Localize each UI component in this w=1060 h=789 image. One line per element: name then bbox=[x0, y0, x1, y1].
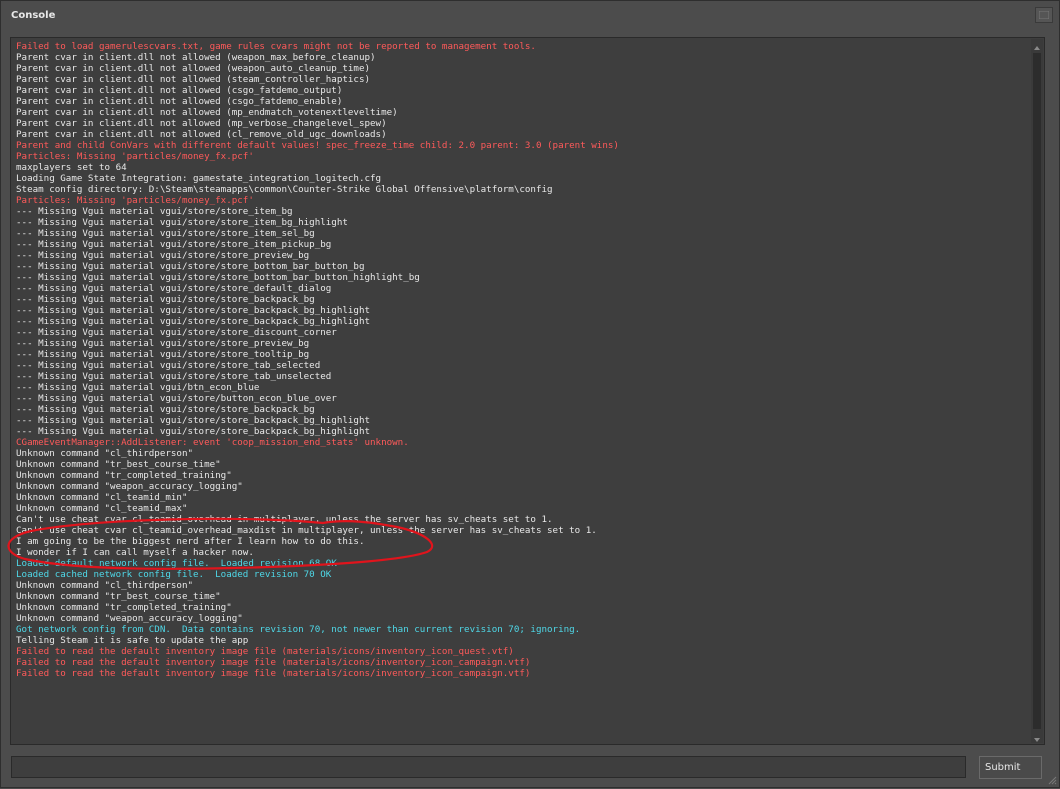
scroll-up-button[interactable] bbox=[1031, 39, 1043, 51]
log-line: --- Missing Vgui material vgui/store/sto… bbox=[16, 338, 310, 349]
log-line: Particles: Missing 'particles/money_fx.p… bbox=[16, 195, 254, 206]
log-line: Parent cvar in client.dll not allowed (m… bbox=[16, 107, 398, 118]
log-line: --- Missing Vgui material vgui/store/but… bbox=[16, 393, 337, 404]
log-line: --- Missing Vgui material vgui/store/sto… bbox=[16, 404, 315, 415]
log-line: --- Missing Vgui material vgui/store/sto… bbox=[16, 272, 420, 283]
window-title: Console bbox=[11, 10, 56, 21]
log-line: Parent and child ConVars with different … bbox=[16, 140, 619, 151]
log-line: --- Missing Vgui material vgui/store/sto… bbox=[16, 250, 310, 261]
scrollbar-thumb[interactable] bbox=[1033, 53, 1041, 729]
log-line: Loading Game State Integration: gamestat… bbox=[16, 173, 382, 184]
log-line: Unknown command "weapon_accuracy_logging… bbox=[16, 481, 243, 492]
log-list: Failed to load gamerulescvars.txt, game … bbox=[16, 41, 1028, 679]
log-line: --- Missing Vgui material vgui/store/sto… bbox=[16, 349, 310, 360]
log-line: --- Missing Vgui material vgui/store/sto… bbox=[16, 360, 321, 371]
log-line: Failed to read the default inventory ima… bbox=[16, 646, 514, 657]
log-line: --- Missing Vgui material vgui/store/sto… bbox=[16, 261, 365, 272]
log-line: Unknown command "cl_thirdperson" bbox=[16, 448, 194, 459]
log-line: Parent cvar in client.dll not allowed (w… bbox=[16, 63, 371, 74]
log-line: Parent cvar in client.dll not allowed (c… bbox=[16, 96, 343, 107]
log-line: Can't use cheat cvar cl_teamid_overhead_… bbox=[16, 525, 597, 536]
command-input[interactable] bbox=[11, 756, 966, 778]
log-line: --- Missing Vgui material vgui/store/sto… bbox=[16, 316, 371, 327]
log-line: Failed to read the default inventory ima… bbox=[16, 668, 531, 679]
log-line: Particles: Missing 'particles/money_fx.p… bbox=[16, 151, 254, 162]
console-window: Console Failed to load gamerulescvars.tx… bbox=[0, 0, 1060, 788]
log-line: Unknown command "cl_thirdperson" bbox=[16, 580, 194, 591]
log-line: Parent cvar in client.dll not allowed (s… bbox=[16, 74, 371, 85]
log-line: --- Missing Vgui material vgui/store/sto… bbox=[16, 426, 371, 437]
log-line: Unknown command "tr_completed_training" bbox=[16, 602, 232, 613]
log-line: Can't use cheat cvar cl_teamid_overhead … bbox=[16, 514, 553, 525]
log-line: Telling Steam it is safe to update the a… bbox=[16, 635, 249, 646]
log-line: I wonder if I can call myself a hacker n… bbox=[16, 547, 254, 558]
log-line: Parent cvar in client.dll not allowed (m… bbox=[16, 118, 387, 129]
close-icon bbox=[1039, 11, 1049, 19]
log-line: Failed to load gamerulescvars.txt, game … bbox=[16, 41, 536, 52]
log-line: Loaded cached network config file. Loade… bbox=[16, 569, 332, 580]
close-button[interactable] bbox=[1035, 7, 1053, 23]
log-line: --- Missing Vgui material vgui/store/sto… bbox=[16, 371, 332, 382]
log-line: --- Missing Vgui material vgui/store/sto… bbox=[16, 217, 348, 228]
log-line: Got network config from CDN. Data contai… bbox=[16, 624, 581, 635]
log-line: --- Missing Vgui material vgui/store/sto… bbox=[16, 305, 371, 316]
console-output[interactable]: Failed to load gamerulescvars.txt, game … bbox=[10, 37, 1045, 745]
log-line: --- Missing Vgui material vgui/store/sto… bbox=[16, 327, 337, 338]
log-line: --- Missing Vgui material vgui/btn_econ_… bbox=[16, 382, 260, 393]
log-line: Unknown command "weapon_accuracy_logging… bbox=[16, 613, 243, 624]
log-line: Failed to read the default inventory ima… bbox=[16, 657, 531, 668]
log-line: CGameEventManager::AddListener: event 'c… bbox=[16, 437, 409, 448]
log-line: Unknown command "tr_best_course_time" bbox=[16, 459, 221, 470]
log-line: Parent cvar in client.dll not allowed (c… bbox=[16, 85, 343, 96]
scroll-down-arrow-icon bbox=[1034, 738, 1040, 742]
scroll-down-button[interactable] bbox=[1031, 731, 1043, 743]
submit-button[interactable]: Submit bbox=[979, 756, 1042, 779]
log-line: maxplayers set to 64 bbox=[16, 162, 127, 173]
resize-grip-icon[interactable] bbox=[1047, 775, 1057, 785]
log-line: --- Missing Vgui material vgui/store/sto… bbox=[16, 206, 293, 217]
log-line: Parent cvar in client.dll not allowed (w… bbox=[16, 52, 376, 63]
log-line: --- Missing Vgui material vgui/store/sto… bbox=[16, 283, 332, 294]
log-line: I am going to be the biggest nerd after … bbox=[16, 536, 365, 547]
log-line: Unknown command "tr_best_course_time" bbox=[16, 591, 221, 602]
log-line: Unknown command "cl_teamid_max" bbox=[16, 503, 188, 514]
log-line: Steam config directory: D:\Steam\steamap… bbox=[16, 184, 553, 195]
vertical-scrollbar[interactable] bbox=[1031, 39, 1043, 743]
log-line: Unknown command "cl_teamid_min" bbox=[16, 492, 188, 503]
log-line: --- Missing Vgui material vgui/store/sto… bbox=[16, 294, 315, 305]
log-line: --- Missing Vgui material vgui/store/sto… bbox=[16, 228, 315, 239]
log-line: --- Missing Vgui material vgui/store/sto… bbox=[16, 415, 371, 426]
title-bar[interactable]: Console bbox=[1, 1, 1059, 31]
log-line: --- Missing Vgui material vgui/store/sto… bbox=[16, 239, 332, 250]
log-line: Unknown command "tr_completed_training" bbox=[16, 470, 232, 481]
log-line: Loaded default network config file. Load… bbox=[16, 558, 337, 569]
log-line: Parent cvar in client.dll not allowed (c… bbox=[16, 129, 387, 140]
